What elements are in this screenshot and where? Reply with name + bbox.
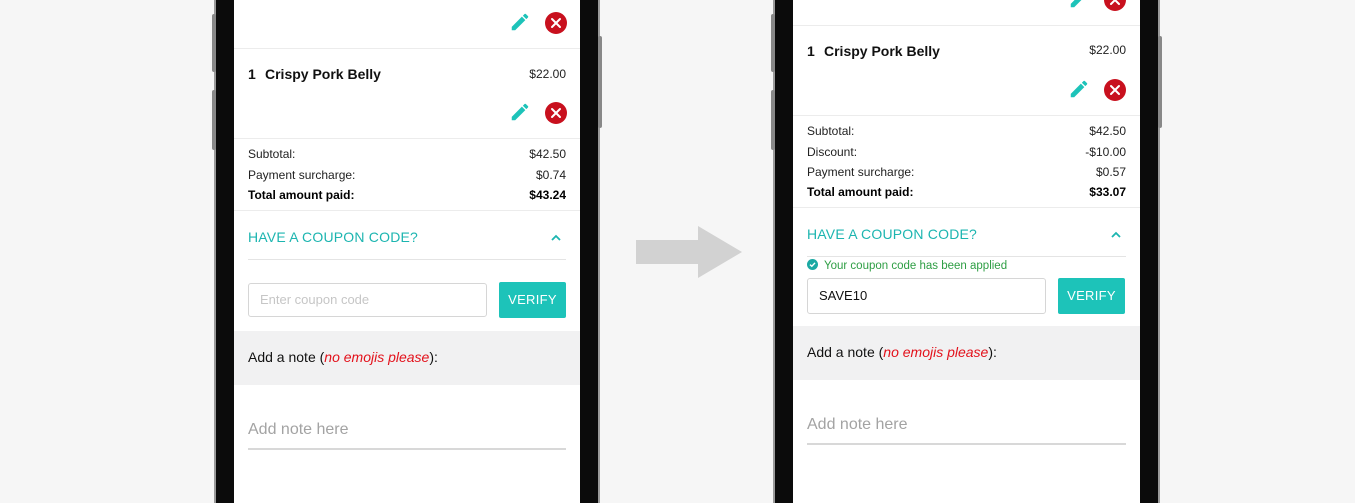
remove-icon[interactable] [545,102,567,124]
screen-before: 1 Crispy Pork Belly $22.00 Subtotal: $42… [234,0,580,503]
summary-label: Subtotal: [248,147,296,161]
summary-value: -$10.00 [1085,145,1126,159]
coupon-heading: HAVE A COUPON CODE? [248,229,419,245]
summary-value: $0.57 [1095,165,1126,179]
note-header: Add a note (no emojis please): [234,331,580,385]
phone-after: 1 Crispy Pork Belly $22.00 Subtotal: $42… [771,0,1162,503]
summary-value: $42.50 [529,147,566,161]
volume-button [771,90,775,150]
item-quantity: 1 [807,43,815,59]
note-label-prefix: Add a note ( [807,344,884,360]
item-name: Crispy Pork Belly [265,66,381,82]
divider [248,259,566,260]
pencil-icon[interactable] [1068,78,1090,100]
screen-after: 1 Crispy Pork Belly $22.00 Subtotal: $42… [793,0,1140,503]
power-button [598,36,602,128]
coupon-heading: HAVE A COUPON CODE? [807,226,978,242]
item-price: $22.00 [529,67,566,81]
note-label-prefix: Add a note ( [248,349,325,365]
note-label-warning: no emojis please [324,349,430,365]
verify-button[interactable]: VERIFY [499,282,566,318]
divider [793,25,1140,26]
divider [234,138,580,139]
summary-label: Subtotal: [807,124,855,138]
power-button [1158,36,1162,128]
pencil-icon[interactable] [1068,0,1090,10]
summary-label: Payment surcharge: [248,168,356,182]
remove-icon[interactable] [1104,79,1126,101]
verify-button[interactable]: VERIFY [1058,278,1125,314]
note-label-suffix: ): [429,349,438,365]
pencil-icon[interactable] [509,11,531,33]
summary-label: Payment surcharge: [807,165,915,179]
item-name: Crispy Pork Belly [824,43,940,59]
note-label-warning: no emojis please [883,344,989,360]
coupon-applied-text: Your coupon code has been applied [824,260,1008,272]
summary-value: $0.74 [535,168,566,182]
coupon-input[interactable]: SAVE10 [807,278,1046,314]
pencil-icon[interactable] [509,101,531,123]
arrow-right-icon [636,226,742,278]
chevron-up-icon [550,231,562,243]
coupon-applied-message: Your coupon code has been applied [807,259,1007,272]
chevron-up-icon [1110,228,1122,240]
note-input-underline [807,443,1126,445]
note-input-underline [248,448,566,450]
order-item: 1 Crispy Pork Belly $22.00 [248,66,566,84]
coupon-input[interactable]: Enter coupon code [248,283,487,317]
divider [793,115,1140,116]
note-label: Add a note (no emojis please): [248,349,438,365]
volume-button [212,14,216,72]
summary-value: $33.07 [1089,185,1126,199]
item-quantity: 1 [248,66,256,82]
remove-icon[interactable] [1104,0,1126,11]
remove-icon[interactable] [545,12,567,34]
note-label-suffix: ): [988,344,997,360]
divider [234,48,580,49]
divider [234,210,580,211]
summary-label: Discount: [807,145,858,159]
order-item: 1 Crispy Pork Belly $22.00 [807,43,1126,61]
summary-label: Total amount paid: [248,188,355,202]
coupon-toggle[interactable]: HAVE A COUPON CODE? [248,229,566,247]
coupon-toggle[interactable]: HAVE A COUPON CODE? [807,226,1126,244]
summary-label: Total amount paid: [807,185,914,199]
divider [807,256,1126,257]
summary-value: $43.24 [529,188,566,202]
summary-value: $42.50 [1089,124,1126,138]
note-input[interactable]: Add note here [248,421,566,439]
note-input[interactable]: Add note here [807,416,1126,434]
note-header: Add a note (no emojis please): [793,326,1140,380]
volume-button [212,90,216,150]
item-price: $22.00 [1089,43,1126,57]
divider [793,207,1140,208]
volume-button [771,14,775,72]
phone-before: 1 Crispy Pork Belly $22.00 Subtotal: $42… [212,0,602,503]
check-circle-icon [807,259,818,270]
note-label: Add a note (no emojis please): [807,344,997,360]
